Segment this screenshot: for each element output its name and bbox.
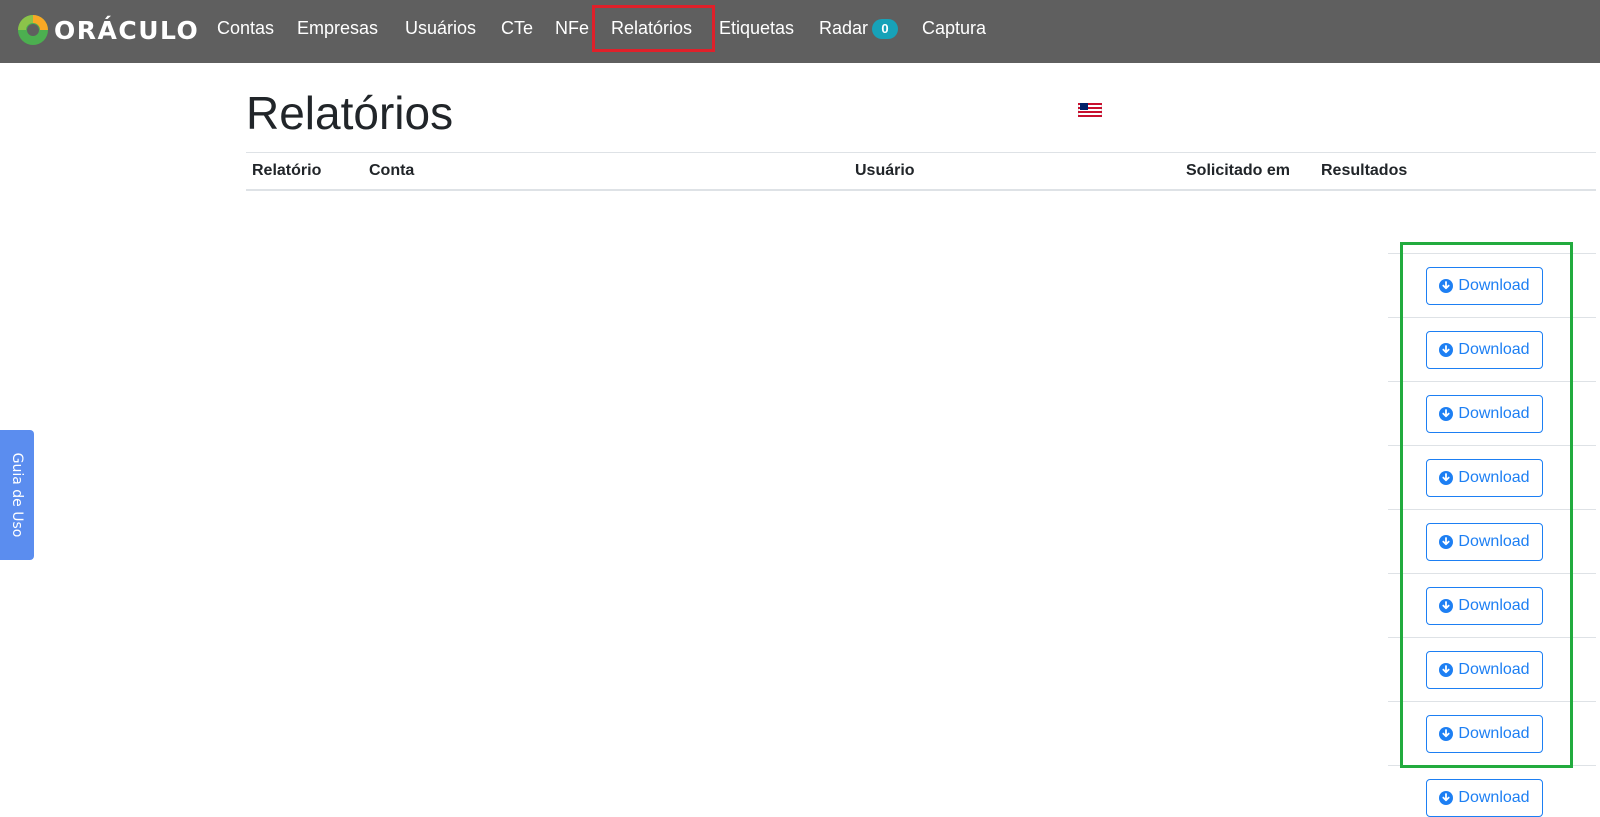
table-top-border <box>246 152 1596 153</box>
oraculo-logo-icon <box>18 15 48 45</box>
brand-logo[interactable]: ORÁCULO <box>16 13 199 47</box>
radar-count-badge: 0 <box>872 19 899 40</box>
nav-item-nfe[interactable]: NFe <box>555 18 589 39</box>
nav-item-cte[interactable]: CTe <box>501 18 533 39</box>
downloads-highlight <box>1400 242 1573 768</box>
download-circle-icon <box>1439 791 1454 805</box>
uk-flag-icon[interactable] <box>1078 103 1102 117</box>
table-header-border <box>246 189 1596 191</box>
brand-name: ORÁCULO <box>54 15 200 45</box>
guia-de-uso-tab[interactable]: Guia de Uso <box>0 430 34 560</box>
nav-item-empresas[interactable]: Empresas <box>297 18 378 39</box>
nav-item-relatorios[interactable]: Relatórios <box>611 18 692 39</box>
download-button[interactable]: Download <box>1426 779 1543 817</box>
nav-item-radar-label: Radar <box>819 18 869 38</box>
column-header-resultados: Resultados <box>1321 162 1408 179</box>
nav-item-radar[interactable]: Radar 0 <box>819 18 899 40</box>
column-header-usuario: Usuário <box>855 162 915 179</box>
top-navbar: ORÁCULO Contas Empresas Usuários CTe NFe… <box>0 0 1600 63</box>
nav-item-contas[interactable]: Contas <box>217 18 274 39</box>
column-header-relatorio: Relatório <box>252 162 322 179</box>
page-title: Relatórios <box>246 87 454 139</box>
guia-de-uso-label: Guia de Uso <box>9 452 25 538</box>
column-header-solicitado-em: Solicitado em <box>1186 162 1291 179</box>
nav-item-usuarios[interactable]: Usuários <box>405 18 476 39</box>
download-button-label: Download <box>1458 789 1530 806</box>
nav-item-etiquetas[interactable]: Etiquetas <box>719 18 794 39</box>
column-header-conta: Conta <box>369 162 415 179</box>
nav-item-captura[interactable]: Captura <box>922 18 986 39</box>
